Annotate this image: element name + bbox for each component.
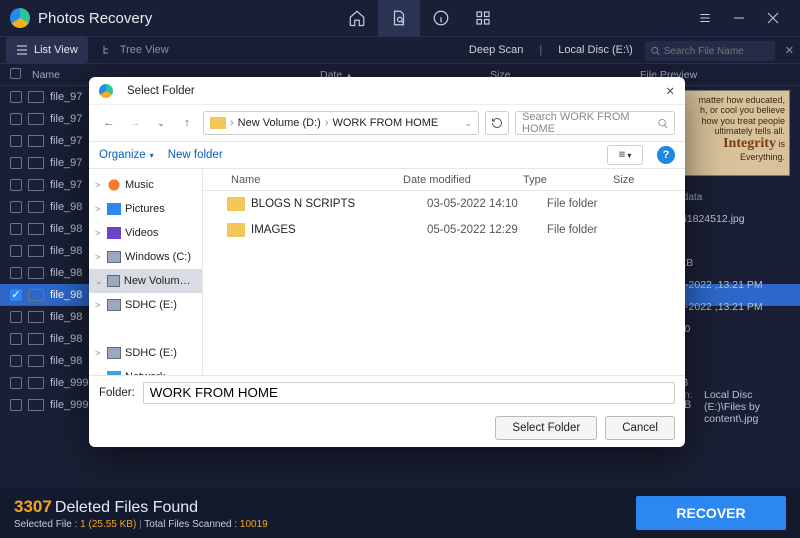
folder-input[interactable] — [143, 382, 675, 404]
pic-icon — [107, 203, 121, 215]
tree-item[interactable]: > SDHC (E:) — [89, 293, 202, 317]
blank-icon — [107, 323, 121, 335]
cancel-button[interactable]: Cancel — [605, 416, 675, 440]
tree-label: Pictures — [125, 203, 165, 215]
tree-item[interactable]: > SDHC (E:) — [89, 341, 202, 365]
item-date: 05-05-2022 12:29 — [427, 224, 547, 236]
tree-item[interactable] — [89, 317, 202, 341]
nav-recent-icon[interactable]: ⌄ — [151, 113, 171, 133]
new-folder-button[interactable]: New folder — [168, 149, 223, 161]
content-headers: Name Date modified Type Size — [203, 169, 685, 191]
organize-button[interactable]: Organize▾ — [99, 149, 154, 161]
nav-up-icon[interactable]: ↑ — [177, 113, 197, 133]
chevron-icon[interactable]: > — [95, 180, 103, 190]
dialog-title: Select Folder — [127, 85, 195, 97]
help-icon[interactable]: ? — [657, 146, 675, 164]
item-type: File folder — [547, 198, 637, 210]
tree-label: SDHC (E:) — [125, 347, 177, 359]
tree-item[interactable]: > Network — [89, 365, 202, 375]
col-date[interactable]: Date modified — [403, 174, 523, 186]
nav-back-icon[interactable]: ← — [99, 113, 119, 133]
chevron-icon[interactable]: > — [95, 252, 103, 262]
drv-icon — [107, 347, 121, 359]
dialog-folder-row: Folder: — [89, 375, 685, 409]
music-icon — [107, 179, 121, 191]
vid-icon — [107, 227, 121, 239]
item-date: 03-05-2022 14:10 — [427, 198, 547, 210]
tree-label: SDHC (E:) — [125, 299, 177, 311]
tree-item[interactable]: > Pictures — [89, 197, 202, 221]
path-seg1[interactable]: New Volume (D:) — [238, 117, 321, 129]
folder-icon — [210, 117, 226, 129]
item-name: IMAGES — [251, 224, 427, 236]
tree-item[interactable]: > Windows (C:) — [89, 245, 202, 269]
tree-label: Music — [125, 179, 154, 191]
select-folder-dialog: Select Folder ✕ ← → ⌄ ↑ › New Volume (D:… — [89, 77, 685, 447]
col-size[interactable]: Size — [613, 174, 685, 186]
list-item[interactable]: BLOGS N SCRIPTS 03-05-2022 14:10 File fo… — [203, 191, 685, 217]
path-seg2[interactable]: WORK FROM HOME — [332, 117, 438, 129]
select-folder-button[interactable]: Select Folder — [495, 416, 597, 440]
view-toggle-button[interactable]: ≡ ▾ — [607, 145, 643, 165]
tree-item[interactable]: ⌄ New Volume (D — [89, 269, 202, 293]
tree-label: Videos — [125, 227, 158, 239]
dialog-logo-icon — [99, 84, 113, 98]
tree-item[interactable]: > Videos — [89, 221, 202, 245]
drv-icon — [107, 251, 121, 263]
nav-forward-icon[interactable]: → — [125, 113, 145, 133]
col-type[interactable]: Type — [523, 174, 613, 186]
item-type: File folder — [547, 224, 637, 236]
path-box[interactable]: › New Volume (D:) › WORK FROM HOME ⌄ — [203, 111, 479, 135]
tree-label: Windows (C:) — [125, 251, 191, 263]
item-name: BLOGS N SCRIPTS — [251, 198, 427, 210]
chevron-icon[interactable]: ⌄ — [95, 276, 103, 287]
dialog-backdrop: Select Folder ✕ ← → ⌄ ↑ › New Volume (D:… — [0, 0, 800, 538]
folder-tree[interactable]: > Music> Pictures> Videos> Windows (C:)⌄… — [89, 169, 203, 375]
chevron-icon[interactable]: > — [95, 204, 103, 214]
drv-icon — [107, 275, 120, 287]
path-dropdown-icon[interactable]: ⌄ — [464, 118, 472, 129]
dialog-search[interactable]: Search WORK FROM HOME — [515, 111, 675, 135]
chevron-icon[interactable]: > — [95, 348, 103, 358]
chevron-icon[interactable]: > — [95, 228, 103, 238]
col-name[interactable]: Name — [203, 174, 403, 186]
folder-label: Folder: — [99, 387, 135, 399]
dialog-titlebar: Select Folder ✕ — [89, 77, 685, 105]
folder-icon — [227, 197, 245, 211]
tree-item[interactable]: > Music — [89, 173, 202, 197]
refresh-icon[interactable] — [485, 111, 509, 135]
dialog-toolbar: Organize▾ New folder ≡ ▾ ? — [89, 141, 685, 169]
folder-icon — [227, 223, 245, 237]
chevron-icon[interactable]: > — [95, 300, 103, 310]
dialog-nav: ← → ⌄ ↑ › New Volume (D:) › WORK FROM HO… — [89, 105, 685, 141]
tree-label: New Volume (D — [124, 275, 196, 287]
list-item[interactable]: IMAGES 05-05-2022 12:29 File folder — [203, 217, 685, 243]
search-icon — [658, 118, 668, 129]
drv-icon — [107, 299, 121, 311]
folder-content-list[interactable]: BLOGS N SCRIPTS 03-05-2022 14:10 File fo… — [203, 191, 685, 375]
dialog-close-icon[interactable]: ✕ — [665, 84, 675, 98]
dialog-search-placeholder: Search WORK FROM HOME — [522, 111, 652, 135]
